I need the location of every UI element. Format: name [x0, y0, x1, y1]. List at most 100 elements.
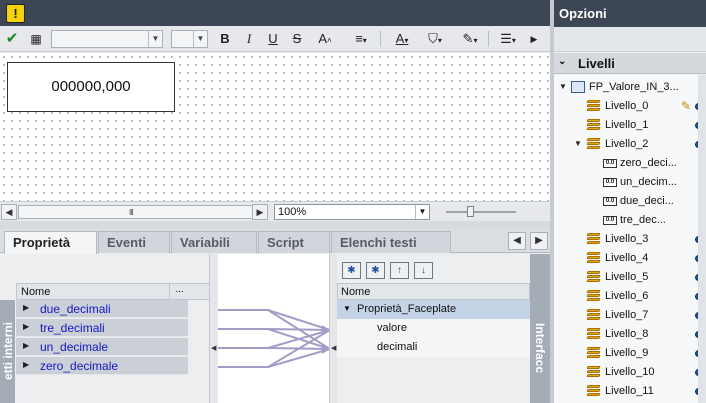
status-bar: !	[0, 0, 550, 26]
tab-next-icon[interactable]: ▶	[530, 232, 548, 250]
internal-vars-strip-label: etti interni	[1, 322, 15, 381]
grip-icon: III	[129, 208, 134, 217]
zoom-select[interactable]: 100% ▼	[274, 204, 430, 220]
layers-section-header[interactable]: ⌄ Livelli	[554, 53, 706, 74]
tree-node-layer[interactable]: Livello_9	[554, 344, 706, 363]
mapping-connections	[218, 309, 331, 368]
mapping-area	[218, 254, 331, 403]
table-row[interactable]: ▶ zero_decimale	[16, 357, 188, 375]
zoom-slider-track[interactable]	[446, 211, 516, 213]
tree-node-root[interactable]: ▼ FP_Valore_IN_3...	[554, 78, 706, 97]
bold-icon[interactable]: B	[218, 30, 232, 48]
move-up-icon[interactable]: ↑	[390, 262, 409, 279]
tree-node-layer[interactable]: ▼ Livello_2	[554, 135, 706, 154]
line-color-icon[interactable]: ✎▾	[456, 30, 484, 48]
tab-proprieta[interactable]: Proprietà	[4, 231, 97, 254]
tree-node-label: Livello_5	[605, 271, 649, 283]
panel-splitter[interactable]	[0, 221, 550, 229]
tree-node-layer[interactable]: Livello_6	[554, 287, 706, 306]
zoom-slider-handle[interactable]	[467, 206, 474, 217]
table-row[interactable]: ▶ due_decimali	[16, 300, 188, 318]
column-header-name[interactable]: Nome	[21, 286, 50, 298]
scroll-right-icon[interactable]: ▶	[252, 204, 268, 220]
expand-icon[interactable]: ▶	[23, 360, 29, 369]
interface-group-row[interactable]: ▼ Proprietà_Faceplate	[337, 300, 530, 319]
text-size-icon[interactable]: A˄	[313, 30, 337, 48]
font-size-select[interactable]: ▼	[171, 30, 208, 48]
checkmark-icon[interactable]: ✔	[4, 30, 20, 48]
var-name: tre_decimali	[40, 321, 105, 335]
tree-node-label: Livello_8	[605, 328, 649, 340]
io-field-icon: 0.0	[603, 197, 617, 206]
internal-vars-scrollbar[interactable]: ◀	[209, 254, 218, 403]
collapse-icon[interactable]: ▼	[343, 304, 351, 313]
tree-node-layer[interactable]: Livello_4	[554, 249, 706, 268]
interface-property-row[interactable]: decimali	[337, 338, 530, 357]
expand-icon[interactable]: ▶	[23, 341, 29, 350]
expand-icon[interactable]: ▶	[23, 322, 29, 331]
chevron-down-icon[interactable]: ⌄	[558, 56, 566, 67]
var-name: zero_decimale	[40, 359, 119, 373]
tree-scrollbar[interactable]	[698, 75, 706, 403]
options-title: Opzioni	[554, 0, 706, 27]
tree-node-label: Livello_9	[605, 347, 649, 359]
interface-strip[interactable]: Interfacc	[530, 254, 550, 403]
tree-node-io-field[interactable]: 0.0 tre_dec...	[554, 211, 706, 230]
options-pane: Opzioni ⌄ Livelli ▼ FP_Valore_IN_3... Li…	[554, 0, 706, 403]
scroll-thumb[interactable]: III	[18, 205, 265, 219]
tab-script[interactable]: Script	[258, 231, 330, 253]
move-down-icon[interactable]: ↓	[414, 262, 433, 279]
tree-node-layer[interactable]: Livello_8	[554, 325, 706, 344]
interface-property-row[interactable]: valore	[337, 319, 530, 338]
internal-vars-strip[interactable]: etti interni	[0, 300, 15, 403]
interface-strip-label: Interfacc	[533, 323, 547, 374]
io-field[interactable]: 000000,000	[7, 62, 175, 112]
layer-icon	[586, 233, 601, 245]
align-text-icon[interactable]: ≡▾	[346, 30, 376, 48]
tab-elenchi-testi[interactable]: Elenchi testi	[331, 231, 451, 253]
group-name: Proprietà_Faceplate	[357, 303, 457, 315]
collapse-icon[interactable]: ▼	[559, 82, 567, 91]
table-row[interactable]: ▶ tre_decimali	[16, 319, 188, 337]
var-name: due_decimali	[40, 302, 111, 316]
font-color-icon[interactable]: A▾	[388, 30, 416, 48]
pencil-icon[interactable]: ✎	[681, 99, 691, 113]
toolbar-more-icon[interactable]: ▶	[528, 30, 540, 48]
fill-color-icon[interactable]: ⛉▾	[421, 30, 449, 48]
table-row[interactable]: ▶ un_decimale	[16, 338, 188, 356]
tree-node-layer[interactable]: Livello_7	[554, 306, 706, 325]
layer-icon	[586, 347, 601, 359]
layer-icon	[586, 366, 601, 378]
interface-scroll-handle[interactable]: ◀	[329, 254, 337, 403]
line-style-icon[interactable]: ☰▾	[496, 30, 520, 48]
tree-node-layer[interactable]: Livello_3	[554, 230, 706, 249]
tab-prev-icon[interactable]: ◀	[508, 232, 526, 250]
table-icon[interactable]: ▦	[28, 30, 44, 48]
scroll-left-icon[interactable]: ◀	[1, 204, 17, 220]
warning-icon[interactable]: !	[6, 4, 25, 23]
underline-icon[interactable]: U	[266, 30, 280, 48]
tree-node-io-field[interactable]: 0.0 due_deci...	[554, 192, 706, 211]
font-family-select[interactable]: ▼	[51, 30, 163, 48]
tab-variabili[interactable]: Variabili	[171, 231, 257, 253]
column-header-name[interactable]: Nome	[341, 286, 370, 298]
column-options-button[interactable]: ...	[169, 284, 189, 299]
tree-node-layer[interactable]: Livello_0 ✎	[554, 97, 706, 116]
tree-node-layer[interactable]: Livello_10	[554, 363, 706, 382]
tab-eventi[interactable]: Eventi	[98, 231, 170, 253]
tree-node-layer[interactable]: Livello_1	[554, 116, 706, 135]
strikethrough-icon[interactable]: S	[290, 30, 304, 48]
add-group-icon[interactable]: ✱	[366, 262, 385, 279]
add-property-icon[interactable]: ✱	[342, 262, 361, 279]
tree-node-label: Livello_4	[605, 252, 649, 264]
horizontal-scrollbar[interactable]: ◀ III ▶ 100% ▼	[0, 201, 550, 221]
tree-node-io-field[interactable]: 0.0 un_decim...	[554, 173, 706, 192]
italic-icon[interactable]: I	[243, 30, 255, 48]
collapse-icon[interactable]: ▼	[574, 139, 582, 148]
tree-node-layer[interactable]: Livello_11	[554, 382, 706, 401]
tree-node-layer[interactable]: Livello_5	[554, 268, 706, 287]
io-field-icon: 0.0	[603, 216, 617, 225]
expand-icon[interactable]: ▶	[23, 303, 29, 312]
tree-node-label: Livello_1	[605, 119, 649, 131]
tree-node-io-field[interactable]: 0.0 zero_deci...	[554, 154, 706, 173]
